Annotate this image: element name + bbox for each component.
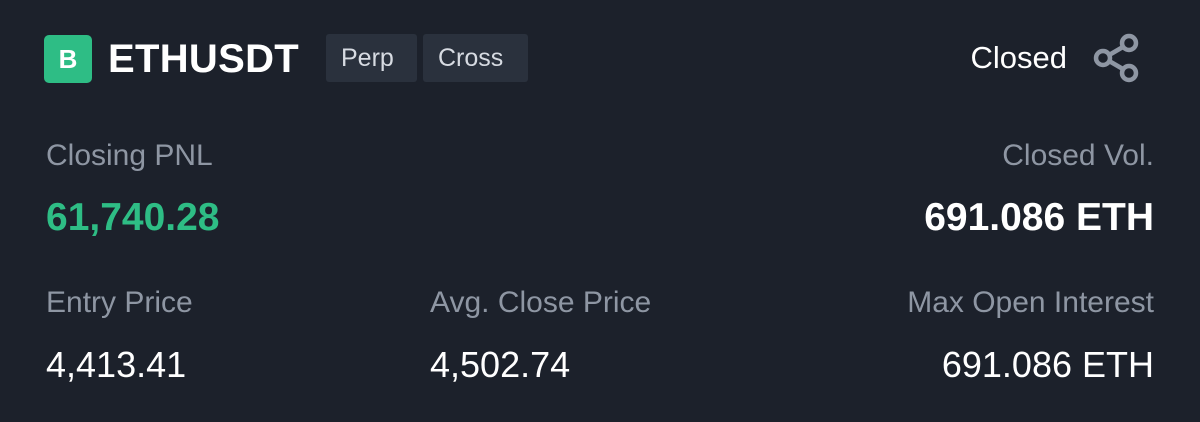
position-card: B ETHUSDT Perp Cross Closed Closing PNL … [0, 0, 1200, 422]
share-icon[interactable] [1090, 32, 1142, 84]
entry-price-value: 4,413.41 [46, 344, 187, 385]
cross-margin-tag: Cross [423, 34, 528, 82]
closed-volume-label: Closed Vol. [1002, 139, 1154, 172]
position-status: Closed [970, 40, 1068, 75]
average-close-price-label: Avg. Close Price [430, 286, 652, 319]
average-close-price-value: 4,502.74 [430, 344, 571, 385]
perp-tag: Perp [326, 34, 417, 82]
closing-pnl-label: Closing PNL [46, 139, 213, 172]
buy-side-badge: B [44, 35, 92, 83]
max-open-interest-label: Max Open Interest [907, 286, 1154, 319]
max-open-interest-value: 691.086 ETH [941, 344, 1154, 385]
symbol-title: ETHUSDT [108, 37, 299, 81]
closed-volume-value: 691.086 ETH [924, 196, 1154, 239]
closing-pnl-value: 61,740.28 [46, 196, 220, 239]
entry-price-label: Entry Price [46, 286, 193, 319]
